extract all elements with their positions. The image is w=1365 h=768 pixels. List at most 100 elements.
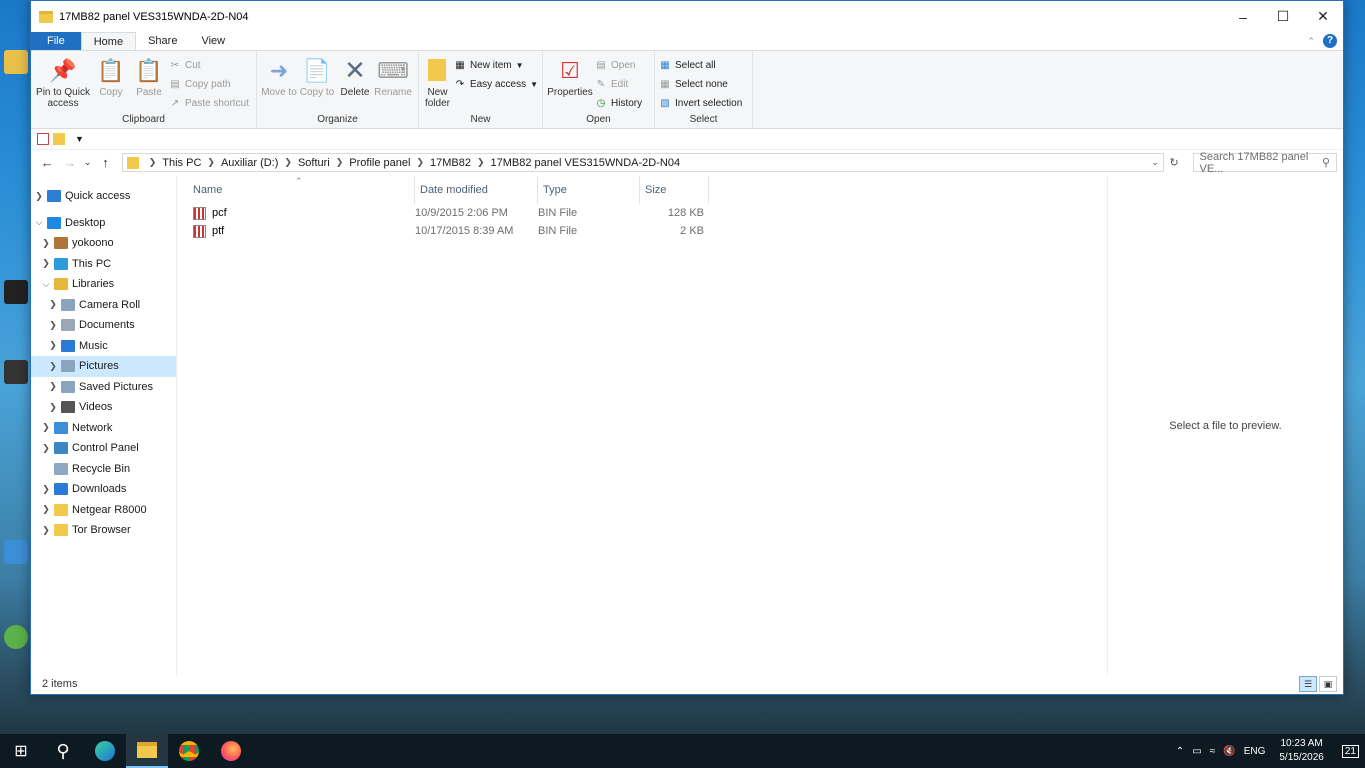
notifications-icon[interactable]: 21 [1341, 744, 1359, 758]
paste-button[interactable]: 📋 Paste [131, 53, 167, 98]
chrome-icon[interactable] [168, 734, 210, 768]
search-icon[interactable]: ⚲ [42, 734, 84, 768]
cut-button[interactable]: ✂ Cut [169, 57, 249, 74]
chevron-down-icon[interactable]: ⌵ [31, 217, 47, 228]
copy-path-button[interactable]: ▤ Copy path [169, 76, 249, 93]
large-icons-view-icon[interactable]: ▣ [1319, 676, 1337, 692]
chevron-right-icon[interactable]: ❯ [45, 381, 61, 392]
recent-locations-icon[interactable]: ⌄ [82, 157, 93, 168]
desktop-icon-tor[interactable] [2, 50, 30, 76]
firefox-icon[interactable] [210, 734, 252, 768]
nav-item[interactable]: ⌵ Libraries [31, 274, 176, 295]
chevron-right-icon[interactable]: ❯ [38, 504, 54, 515]
pin-quick-access-button[interactable]: 📌 Pin to Quick access [35, 53, 91, 109]
maximize-button[interactable]: ☐ [1263, 1, 1303, 32]
column-type[interactable]: Type [538, 176, 640, 204]
nav-item[interactable]: ❯ Saved Pictures [31, 377, 176, 398]
collapse-ribbon-icon[interactable]: ⌃ [1307, 36, 1315, 47]
properties-check-icon[interactable] [37, 133, 49, 145]
wifi-icon[interactable]: ≈ [1210, 746, 1216, 757]
properties-button[interactable]: ☑ Properties [547, 53, 593, 98]
move-to-button[interactable]: ➜ Move to [261, 53, 297, 98]
tab-file[interactable]: File [31, 32, 81, 50]
nav-item[interactable]: ❯ Network [31, 418, 176, 439]
nav-item[interactable]: ❯ Camera Roll [31, 295, 176, 316]
chevron-right-icon[interactable]: ❯ [45, 340, 61, 351]
customize-qat-icon[interactable]: ▼ [75, 134, 84, 144]
chevron-down-icon[interactable]: ⌄ [1151, 157, 1159, 168]
chevron-right-icon[interactable]: ❯ [38, 422, 54, 433]
nav-item[interactable]: ⌵ Desktop [31, 213, 176, 234]
new-folder-button[interactable]: New folder [423, 53, 452, 109]
desktop-icon-app1[interactable] [2, 280, 30, 306]
tab-view[interactable]: View [189, 32, 237, 50]
breadcrumb-current[interactable]: 17MB82 panel VES315WNDA-2D-N04 [491, 157, 681, 169]
nav-item[interactable]: ❯ Tor Browser [31, 520, 176, 541]
breadcrumb-profile-panel[interactable]: Profile panel [349, 157, 410, 169]
details-view-icon[interactable]: ☰ [1299, 676, 1317, 692]
desktop-icon-inssider[interactable] [2, 625, 30, 651]
back-arrow-icon[interactable]: ← [37, 155, 58, 170]
nav-item[interactable]: ❯ Documents [31, 315, 176, 336]
chevron-down-icon[interactable]: ⌵ [38, 279, 54, 290]
breadcrumb-drive[interactable]: Auxiliar (D:) [221, 157, 278, 169]
delete-button[interactable]: ✕ Delete [337, 53, 373, 99]
history-button[interactable]: ◷ History [595, 95, 643, 112]
language-indicator[interactable]: ENG [1244, 746, 1266, 757]
nav-item[interactable]: ❯ Pictures [31, 356, 176, 377]
column-name[interactable]: Name [193, 176, 415, 204]
nav-item[interactable]: ❯ Videos [31, 397, 176, 418]
new-item-button[interactable]: ▦ New item ▼ [454, 57, 538, 74]
volume-muted-icon[interactable]: 🔇 [1223, 746, 1235, 757]
chevron-up-icon[interactable]: ⌃ [1176, 746, 1184, 757]
chevron-right-icon[interactable]: ❯ [45, 361, 61, 372]
chevron-right-icon[interactable]: ❯ [38, 484, 54, 495]
breadcrumb-softuri[interactable]: Softuri [298, 157, 330, 169]
breadcrumb-17mb82[interactable]: 17MB82 [430, 157, 471, 169]
column-date[interactable]: Date modified [415, 176, 538, 204]
breadcrumb-this-pc[interactable]: This PC [162, 157, 201, 169]
tab-home[interactable]: Home [80, 32, 137, 50]
copy-button[interactable]: 📋 Copy [93, 53, 129, 98]
help-icon[interactable]: ? [1323, 34, 1337, 48]
nav-item[interactable]: ❯ Quick access [31, 186, 176, 207]
clock[interactable]: 10:23 AM 5/15/2026 [1279, 737, 1324, 765]
start-windows-icon[interactable]: ⊞ [0, 734, 42, 768]
copy-to-button[interactable]: 📄 Copy to [299, 53, 335, 98]
rename-button[interactable]: ⌨ Rename [374, 53, 412, 98]
desktop-icon-control[interactable] [2, 540, 30, 566]
forward-arrow-icon[interactable]: → [60, 155, 81, 170]
file-explorer-icon[interactable] [126, 734, 168, 768]
open-button[interactable]: ▤ Open [595, 57, 642, 74]
chevron-right-icon[interactable]: ❯ [45, 320, 61, 331]
desktop-icon-app2[interactable] [2, 360, 30, 386]
chevron-right-icon[interactable]: ❯ [38, 238, 54, 249]
chevron-right-icon[interactable]: ❯ [38, 443, 54, 454]
nav-item[interactable]: ❯ Music [31, 336, 176, 357]
chevron-right-icon[interactable]: ❯ [31, 191, 47, 202]
refresh-icon[interactable]: ↻ [1166, 156, 1183, 169]
invert-selection-button[interactable]: ▧ Invert selection [659, 95, 742, 112]
select-none-button[interactable]: ▦ Select none [659, 76, 742, 93]
easy-access-button[interactable]: ↷ Easy access ▼ [454, 76, 538, 93]
new-folder-qat-icon[interactable] [53, 133, 65, 145]
nav-item[interactable]: ❯ Control Panel [31, 438, 176, 459]
chevron-right-icon[interactable]: ❯ [38, 258, 54, 269]
edge-icon[interactable] [84, 734, 126, 768]
select-all-button[interactable]: ▦ Select all [659, 57, 742, 74]
chevron-right-icon[interactable]: ❯ [45, 299, 61, 310]
close-button[interactable]: ✕ [1303, 1, 1343, 32]
chevron-right-icon[interactable]: ❯ [45, 402, 61, 413]
nav-item[interactable]: ❯ This PC [31, 254, 176, 275]
search-input[interactable]: Search 17MB82 panel VE... ⚲ [1192, 151, 1338, 175]
nav-item[interactable]: ❯ Netgear R8000 [31, 500, 176, 521]
nav-item[interactable]: ❯ yokoono [31, 233, 176, 254]
up-arrow-icon[interactable]: ↑ [95, 155, 116, 170]
nav-item[interactable]: Recycle Bin [31, 459, 176, 480]
breadcrumb[interactable]: ❯ This PC ❯ Auxiliar (D:) ❯ Softuri ❯ Pr… [121, 153, 1164, 172]
column-size[interactable]: Size [640, 176, 709, 204]
paste-shortcut-button[interactable]: ↗ Paste shortcut [169, 95, 249, 112]
nav-item[interactable]: ❯ Downloads [31, 479, 176, 500]
edit-button[interactable]: ✎ Edit [595, 76, 642, 93]
battery-icon[interactable]: ▭ [1192, 746, 1201, 757]
